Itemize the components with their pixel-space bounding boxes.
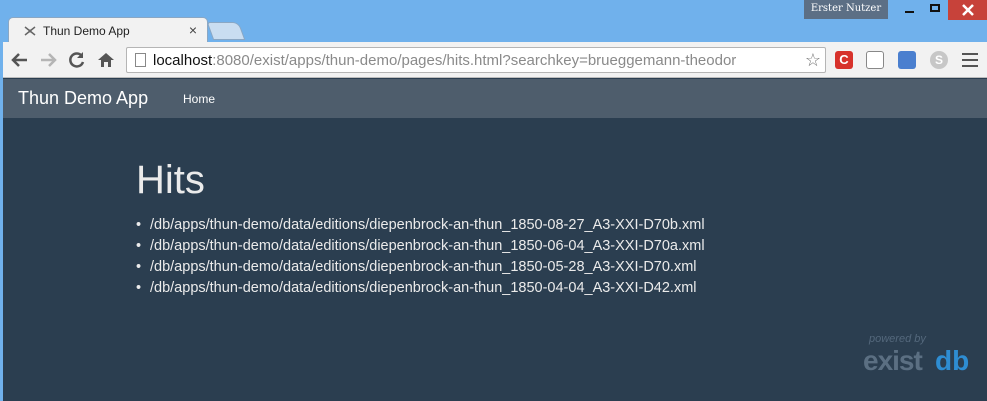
profile-button[interactable]: Erster Nutzer [804,0,888,19]
hit-item[interactable]: /db/apps/thun-demo/data/editions/diepenb… [136,215,705,236]
back-arrow-icon[interactable] [9,49,31,71]
page-icon [135,53,146,67]
chrome-menu-icon[interactable] [962,53,978,71]
minimize-button[interactable] [896,0,922,20]
logo-db-text: db [935,345,970,376]
navbar-brand[interactable]: Thun Demo App [18,88,148,109]
bookmark-star-icon[interactable]: ☆ [805,50,821,71]
browser-tab[interactable]: Thun Demo App × [8,17,208,44]
reload-icon[interactable] [66,49,88,71]
home-icon[interactable] [95,49,117,71]
main-content: Hits /db/apps/thun-demo/data/editions/di… [3,118,987,401]
hit-item[interactable]: /db/apps/thun-demo/data/editions/diepenb… [136,236,705,257]
app-favicon-icon [24,26,36,36]
extension-puzzle-icon[interactable] [898,51,916,69]
extension-skype-icon[interactable]: S [930,51,948,69]
logo-exist-text: exist [863,345,923,376]
extension-c-icon[interactable]: C [835,51,853,69]
powered-by-text: powered by [869,333,926,345]
maximize-button[interactable] [922,0,948,20]
hits-list: /db/apps/thun-demo/data/editions/diepenb… [136,215,705,299]
new-tab-button[interactable] [206,22,246,40]
tab-close-icon[interactable]: × [189,22,197,38]
close-window-button[interactable] [948,0,987,20]
url-text: localhost:8080/exist/apps/thun-demo/page… [153,52,737,69]
tab-title: Thun Demo App [43,24,130,38]
nav-home-link[interactable]: Home [183,92,215,106]
hit-item[interactable]: /db/apps/thun-demo/data/editions/diepenb… [136,257,705,278]
close-icon [961,4,974,16]
forward-arrow-icon[interactable] [37,49,59,71]
existdb-logo: powered by exist db [863,333,978,383]
maximize-icon [930,4,940,12]
browser-toolbar: localhost:8080/exist/apps/thun-demo/page… [0,42,987,78]
address-bar[interactable]: localhost:8080/exist/apps/thun-demo/page… [126,47,826,73]
minimize-icon [904,11,914,13]
extension-document-icon[interactable] [866,51,884,69]
app-navbar: Thun Demo App Home [3,79,987,118]
hit-item[interactable]: /db/apps/thun-demo/data/editions/diepenb… [136,278,705,299]
page-title: Hits [136,158,205,202]
window-titlebar: Thun Demo App × Erster Nutzer [0,0,987,44]
